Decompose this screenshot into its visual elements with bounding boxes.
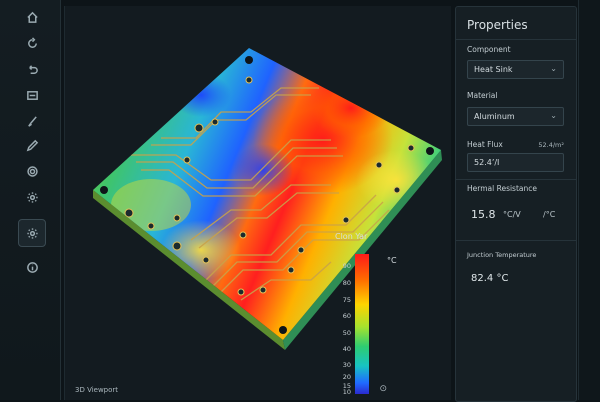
settings-icon[interactable] — [21, 160, 43, 182]
rotate-icon[interactable] — [21, 32, 43, 54]
component-select[interactable]: Heat Sink ⌄ — [467, 60, 564, 79]
heat-flux-label: Heat Flux — [467, 140, 503, 149]
legend-title: Clon Yar — [335, 232, 368, 241]
component-value: Heat Sink — [474, 65, 513, 74]
legend-tick: 75 — [342, 296, 351, 304]
simulation-settings-icon[interactable] — [18, 219, 46, 247]
panel-title: Properties — [467, 18, 528, 32]
brush-icon[interactable] — [21, 110, 43, 132]
tool-rail — [0, 0, 61, 400]
legend-tick: 10 — [342, 388, 351, 396]
thermal-resistance-value: 15.8 — [471, 208, 496, 221]
properties-panel: Properties Component Heat Sink ⌄ Materia… — [455, 6, 577, 402]
component-label: Component — [467, 45, 511, 54]
color-scale-legend: Clon Yar °C 90 80 75 60 50 40 30 20 15 1… — [335, 232, 405, 396]
legend-gradient-bar — [355, 254, 369, 394]
material-select[interactable]: Aluminum ⌄ — [467, 107, 564, 126]
legend-tick: 40 — [342, 345, 351, 353]
panel-icon[interactable] — [21, 84, 43, 106]
home-icon[interactable] — [21, 6, 43, 28]
viewport-label: 3D Viewport — [75, 386, 119, 394]
legend-tick: 80 — [342, 279, 351, 287]
junction-temperature-label: Junction Temperature — [467, 251, 537, 259]
thermal-resistance-unit-alt: /°C — [543, 210, 556, 219]
gear-icon[interactable] — [21, 186, 43, 208]
divider — [456, 39, 576, 40]
undo-icon[interactable] — [21, 58, 43, 80]
info-icon[interactable] — [21, 256, 43, 278]
legend-unit: °C — [387, 256, 397, 265]
chevron-down-icon: ⌄ — [550, 111, 557, 120]
heat-flux-unit: 52.4/m² — [538, 141, 564, 149]
divider — [456, 179, 576, 180]
material-label: Material — [467, 91, 498, 100]
chevron-down-icon: ⌄ — [550, 64, 557, 73]
pen-icon[interactable] — [21, 134, 43, 156]
thermal-resistance-unit: °C/V — [503, 210, 521, 219]
legend-tick: 60 — [342, 312, 351, 320]
legend-tick: 90 — [342, 262, 351, 270]
divider — [456, 240, 576, 241]
window-edge — [578, 0, 600, 400]
junction-temperature-value: 82.4 °C — [471, 273, 509, 284]
heat-flux-value: 52.4’/I — [474, 158, 500, 167]
legend-tick: 50 — [342, 329, 351, 337]
legend-tick: 20 — [342, 373, 351, 381]
material-value: Aluminum — [474, 112, 515, 121]
thermal-resistance-label: Hermal Resistance — [467, 184, 537, 193]
legend-tick: 30 — [342, 361, 351, 369]
heat-flux-input[interactable]: 52.4’/I — [467, 153, 564, 172]
